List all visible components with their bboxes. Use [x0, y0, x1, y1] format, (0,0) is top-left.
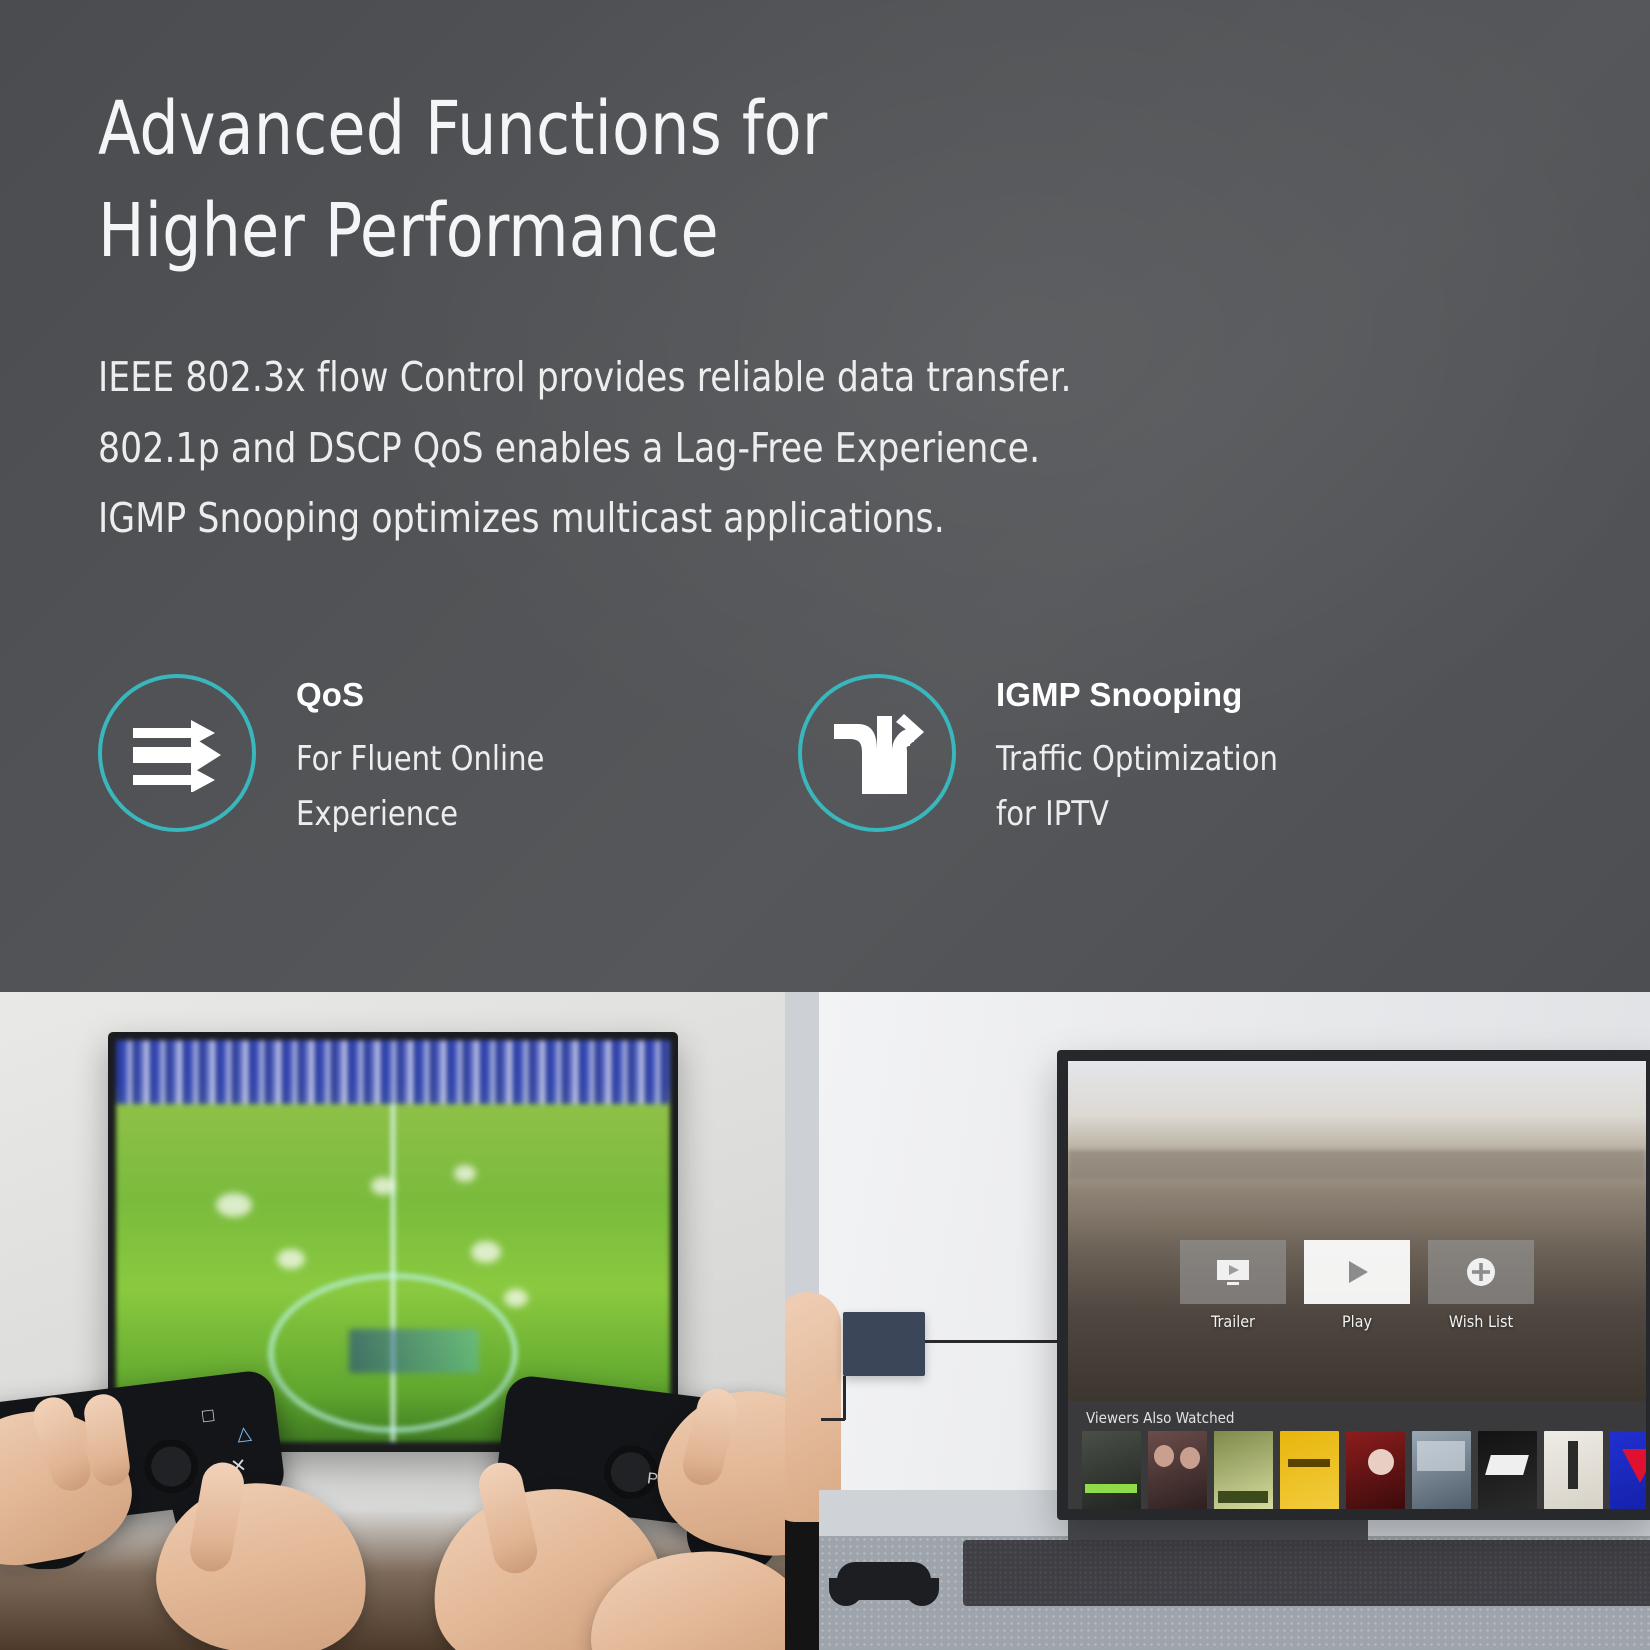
igmp-icon-circle [798, 674, 956, 832]
poster-finnegans-wake[interactable] [1082, 1431, 1141, 1509]
stadium-crowd [116, 1040, 670, 1105]
hero-section: Advanced Functions for Higher Performanc… [0, 0, 1650, 992]
igmp-text-block: IGMP Snooping Traffic Optimization for I… [996, 668, 1293, 842]
igmp-fork-road-icon [828, 710, 926, 796]
game-hud [348, 1329, 479, 1374]
network-adapter [843, 1312, 925, 1376]
recommendations-shelf: Viewers Also Watched [1068, 1401, 1646, 1509]
poster-blue-crowd[interactable] [1412, 1431, 1471, 1509]
qos-title: QoS [296, 676, 365, 713]
ethernet-cable [843, 1376, 846, 1420]
poster-black-hands[interactable] [1478, 1431, 1537, 1509]
qos-icon-circle [98, 674, 256, 832]
feature-item-igmp: IGMP Snooping Traffic Optimization for I… [798, 668, 1498, 842]
poster-two-women[interactable] [1148, 1431, 1207, 1509]
shelf-title: Viewers Also Watched [1086, 1409, 1235, 1428]
wish-list-button[interactable] [1428, 1240, 1534, 1305]
ethernet-cable [925, 1340, 1075, 1343]
controller-grip [829, 1578, 863, 1606]
mountain-ridge [1068, 1183, 1646, 1210]
smart-tv: Trailer Play Wish List Viewers Also Watc… [1057, 1050, 1650, 1520]
poster-blue-red-v[interactable] [1610, 1431, 1646, 1509]
poster-white-sketch[interactable] [1544, 1431, 1603, 1509]
feature-list: QoS For Fluent Online Experience IGMP Sn… [98, 668, 1558, 842]
controller-grip [905, 1578, 939, 1606]
gaming-photo: □ △ ✕ PS □ ✕ PS [0, 992, 785, 1650]
tv-action-labels: Trailer Play Wish List [1068, 1312, 1646, 1331]
hero-description: IEEE 802.3x flow Control provides reliab… [98, 353, 1072, 543]
mountain-ridge [1068, 1149, 1646, 1180]
square-button-icon: □ [201, 1404, 216, 1428]
plus-circle-icon [1467, 1258, 1495, 1287]
ethernet-cable [821, 1418, 845, 1421]
qos-description: For Fluent Online Experience [296, 739, 545, 835]
player-glow [215, 1192, 252, 1217]
play-label: Play [1341, 1312, 1372, 1332]
poster-row [1082, 1431, 1646, 1509]
triangle-button-icon: △ [235, 1422, 253, 1446]
feature-item-qos: QoS For Fluent Online Experience [98, 668, 798, 842]
qos-text-block: QoS For Fluent Online Experience [296, 668, 557, 842]
hand-foreground [785, 1292, 841, 1522]
igmp-title: IGMP Snooping [996, 676, 1243, 713]
tv-action-buttons [1068, 1240, 1646, 1305]
player-glow [503, 1289, 528, 1308]
poster-red-thriller[interactable] [1346, 1431, 1405, 1509]
trailer-screen-icon [1217, 1260, 1249, 1286]
page-title: Advanced Functions for Higher Performanc… [98, 86, 828, 275]
igmp-description: Traffic Optimization for IPTV [996, 739, 1278, 835]
soundbar [963, 1540, 1650, 1606]
play-triangle-icon [1349, 1261, 1368, 1284]
player-glow [453, 1164, 476, 1182]
marketing-banner: Advanced Functions for Higher Performanc… [0, 0, 1650, 1650]
player-glow [470, 1241, 501, 1263]
landscape-backdrop [1068, 1061, 1646, 1402]
iptv-photo: Trailer Play Wish List Viewers Also Watc… [785, 992, 1650, 1650]
game-controller-on-shelf [823, 1552, 945, 1606]
player-glow [276, 1249, 305, 1270]
trailer-button[interactable] [1180, 1240, 1286, 1305]
qos-arrows-icon [129, 714, 225, 792]
wish-list-label: Wish List [1448, 1312, 1514, 1332]
player-glow [370, 1176, 395, 1195]
photo-strip: □ △ ✕ PS □ ✕ PS [0, 992, 1650, 1650]
play-button[interactable] [1304, 1240, 1410, 1305]
poster-les-enfants[interactable] [1214, 1431, 1273, 1509]
hero-text-block: Advanced Functions for Higher Performanc… [98, 78, 1590, 554]
tv-screen: Trailer Play Wish List Viewers Also Watc… [1068, 1061, 1646, 1509]
trailer-label: Trailer [1211, 1312, 1255, 1332]
poster-yellow-drama[interactable] [1280, 1431, 1339, 1509]
